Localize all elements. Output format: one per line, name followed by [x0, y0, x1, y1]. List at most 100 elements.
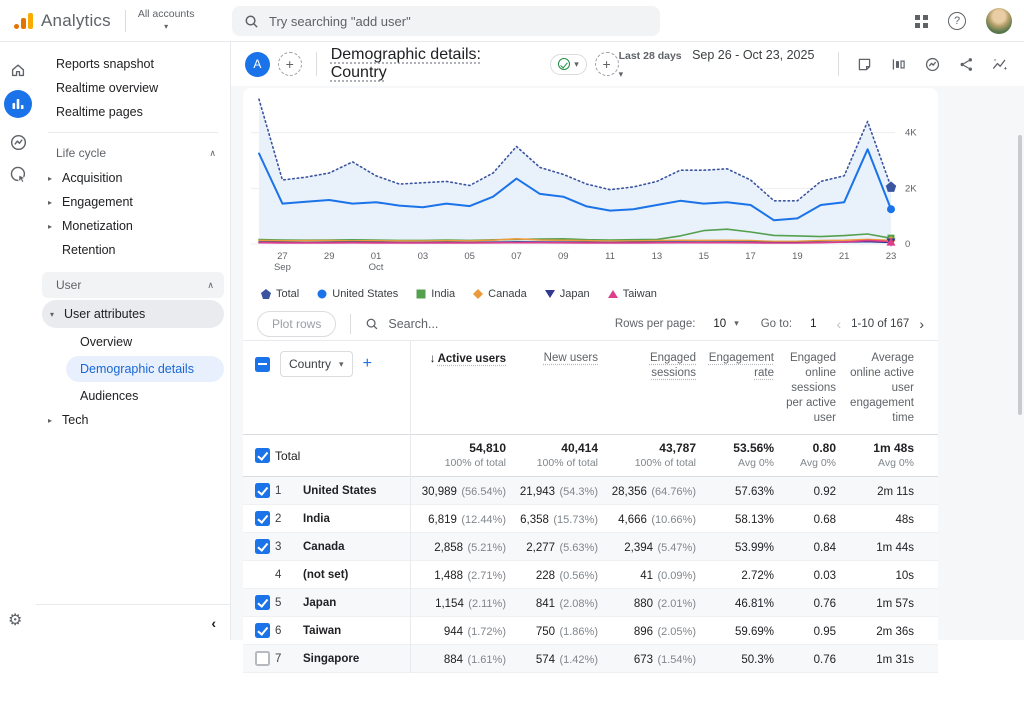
column-header-active-users[interactable]: ↓Active users	[410, 351, 516, 426]
metric-cell: 750 (1.86%)	[516, 622, 608, 640]
account-switcher[interactable]: All accounts ▾	[138, 9, 195, 32]
column-header-engaged-sessions[interactable]: Engaged sessions	[608, 351, 706, 426]
legend-marker-circle-icon	[317, 289, 327, 299]
report-avatar[interactable]: A	[245, 52, 270, 77]
table-search-placeholder: Search...	[388, 317, 438, 331]
apps-grid-icon[interactable]	[915, 15, 928, 28]
row-country: Japan	[303, 597, 410, 609]
analytics-logo-icon	[14, 13, 33, 29]
row-checkbox[interactable]	[255, 595, 270, 610]
column-header-engaged-sessions-per-user[interactable]: Engaged online sessions per active user	[784, 351, 846, 426]
column-header-new-users[interactable]: New users	[516, 351, 608, 426]
legend-item-total[interactable]: Total	[261, 288, 299, 300]
legend-marker-triangle-down-icon	[545, 289, 555, 299]
table-row-india[interactable]: 2India6,819 (12.44%)6,358 (15.73%)4,666 …	[243, 505, 938, 533]
add-card-icon[interactable]: +	[595, 52, 619, 76]
row-checkbox[interactable]	[255, 539, 270, 554]
divider	[316, 52, 317, 76]
table-search[interactable]: Search...	[365, 317, 438, 331]
sidebar-item-overview[interactable]: Overview	[36, 330, 230, 354]
comparison-icon[interactable]	[889, 54, 909, 74]
metric-cell: 1,488 (2.71%)	[410, 566, 516, 584]
legend-item-india[interactable]: India	[416, 288, 455, 300]
help-icon[interactable]: ?	[948, 12, 966, 30]
row-checkbox[interactable]	[255, 483, 270, 498]
row-checkbox[interactable]	[255, 623, 270, 638]
metric-cell: 896 (2.05%)	[608, 622, 706, 640]
timeseries-chart[interactable]: 02K4K27Sep2901Oct0305070911131517192123	[243, 96, 938, 278]
row-checkbox[interactable]	[255, 651, 270, 666]
sidebar-item-acquisition[interactable]: ▸Acquisition	[36, 166, 230, 190]
report-status-pill[interactable]: ▾	[550, 54, 587, 75]
home-icon[interactable]	[6, 58, 30, 82]
metric-cell: 4,666 (10.66%)	[608, 510, 706, 528]
sidebar-section-user[interactable]: User ∧	[42, 272, 224, 298]
report-title[interactable]: Demographic details: Country	[331, 46, 540, 82]
global-search-input[interactable]	[269, 14, 609, 29]
svg-text:17: 17	[745, 251, 756, 262]
svg-text:2K: 2K	[905, 183, 917, 194]
legend-label: Taiwan	[623, 288, 657, 300]
user-avatar[interactable]	[986, 8, 1012, 34]
edit-comparisons-icon[interactable]	[855, 54, 875, 74]
admin-gear-icon[interactable]: ⚙	[8, 610, 22, 630]
date-range-preset: Last 28 days	[619, 50, 682, 62]
explore-link-icon[interactable]	[922, 54, 942, 74]
sidebar-item-monetization[interactable]: ▸Monetization	[36, 214, 230, 238]
total-engaged-per-user: 0.80Avg 0%	[784, 441, 846, 470]
rows-per-page-value[interactable]: 10	[713, 318, 726, 330]
row-checkbox[interactable]	[255, 511, 270, 526]
sidebar-item-realtime-pages[interactable]: Realtime pages	[36, 100, 230, 124]
page-scrollbar[interactable]	[1018, 135, 1022, 415]
explore-icon[interactable]	[6, 130, 30, 154]
date-range-picker[interactable]: Last 28 days Sep 26 - Oct 23, 2025 ▾	[619, 46, 822, 82]
column-header-engagement-rate[interactable]: Engagement rate	[706, 351, 784, 426]
dimension-selector[interactable]: Country ▾	[280, 351, 353, 377]
svg-text:09: 09	[558, 251, 569, 262]
sidebar-item-tech[interactable]: ▸Tech	[36, 408, 230, 432]
pagination-range: 1-10 of 167	[851, 318, 909, 330]
legend-item-japan[interactable]: Japan	[545, 288, 590, 300]
sidebar-section-life-cycle[interactable]: Life cycle ∧	[36, 140, 230, 166]
plot-rows-button[interactable]: Plot rows	[257, 311, 336, 337]
legend-label: India	[431, 288, 455, 300]
table-row-singapore[interactable]: 7Singapore884 (1.61%)574 (1.42%)673 (1.5…	[243, 645, 938, 673]
table-row-japan[interactable]: 5Japan1,154 (2.11%)841 (2.08%)880 (2.01%…	[243, 589, 938, 617]
sidebar-item-engagement[interactable]: ▸Engagement	[36, 190, 230, 214]
table-header-row: Country ▾ + ↓Active users New users Enga…	[243, 341, 938, 435]
select-all-checkbox[interactable]	[255, 357, 270, 372]
legend-marker-triangle-up-icon	[608, 289, 618, 299]
legend-item-united-states[interactable]: United States	[317, 288, 398, 300]
sidebar-item-retention[interactable]: Retention	[36, 238, 230, 262]
next-page-icon[interactable]: ›	[919, 316, 924, 332]
reports-icon[interactable]	[4, 90, 32, 118]
goto-page-value[interactable]: 1	[810, 318, 816, 330]
sidebar-item-audiences[interactable]: Audiences	[36, 384, 230, 408]
table-row--not-set-[interactable]: 4(not set)1,488 (2.71%)228 (0.56%)41 (0.…	[243, 561, 938, 589]
insights-icon[interactable]	[990, 54, 1010, 74]
global-search[interactable]	[232, 6, 660, 36]
caret-down-icon[interactable]: ▾	[734, 318, 739, 329]
total-row-checkbox[interactable]	[255, 448, 270, 463]
sidebar-item-realtime-overview[interactable]: Realtime overview	[36, 76, 230, 100]
metric-cell: 0.76	[784, 594, 846, 612]
row-index: 1	[275, 485, 303, 497]
column-header-avg-engagement-time[interactable]: Average online active user engagement ti…	[846, 351, 924, 426]
row-index: 6	[275, 625, 303, 637]
prev-page-icon[interactable]: ‹	[836, 316, 841, 332]
table-row-canada[interactable]: 3Canada2,858 (5.21%)2,277 (5.63%)2,394 (…	[243, 533, 938, 561]
rows-per-page-label: Rows per page:	[615, 318, 696, 330]
legend-item-canada[interactable]: Canada	[473, 288, 527, 300]
total-new-users: 40,414100% of total	[516, 441, 608, 470]
table-row-united-states[interactable]: 1United States30,989 (56.54%)21,943 (54.…	[243, 477, 938, 505]
sidebar-item-reports-snapshot[interactable]: Reports snapshot	[36, 52, 230, 76]
collapse-sidebar-icon[interactable]: ‹	[211, 615, 216, 631]
add-dimension-icon[interactable]: +	[363, 355, 372, 373]
advertising-icon[interactable]	[6, 162, 30, 186]
sidebar-item-user-attributes[interactable]: ▾User attributes	[42, 300, 224, 328]
add-report-icon[interactable]: +	[278, 52, 302, 76]
legend-item-taiwan[interactable]: Taiwan	[608, 288, 657, 300]
sidebar-item-demographic-details[interactable]: Demographic details	[66, 356, 224, 382]
table-row-taiwan[interactable]: 6Taiwan944 (1.72%)750 (1.86%)896 (2.05%)…	[243, 617, 938, 645]
share-icon[interactable]	[956, 54, 976, 74]
